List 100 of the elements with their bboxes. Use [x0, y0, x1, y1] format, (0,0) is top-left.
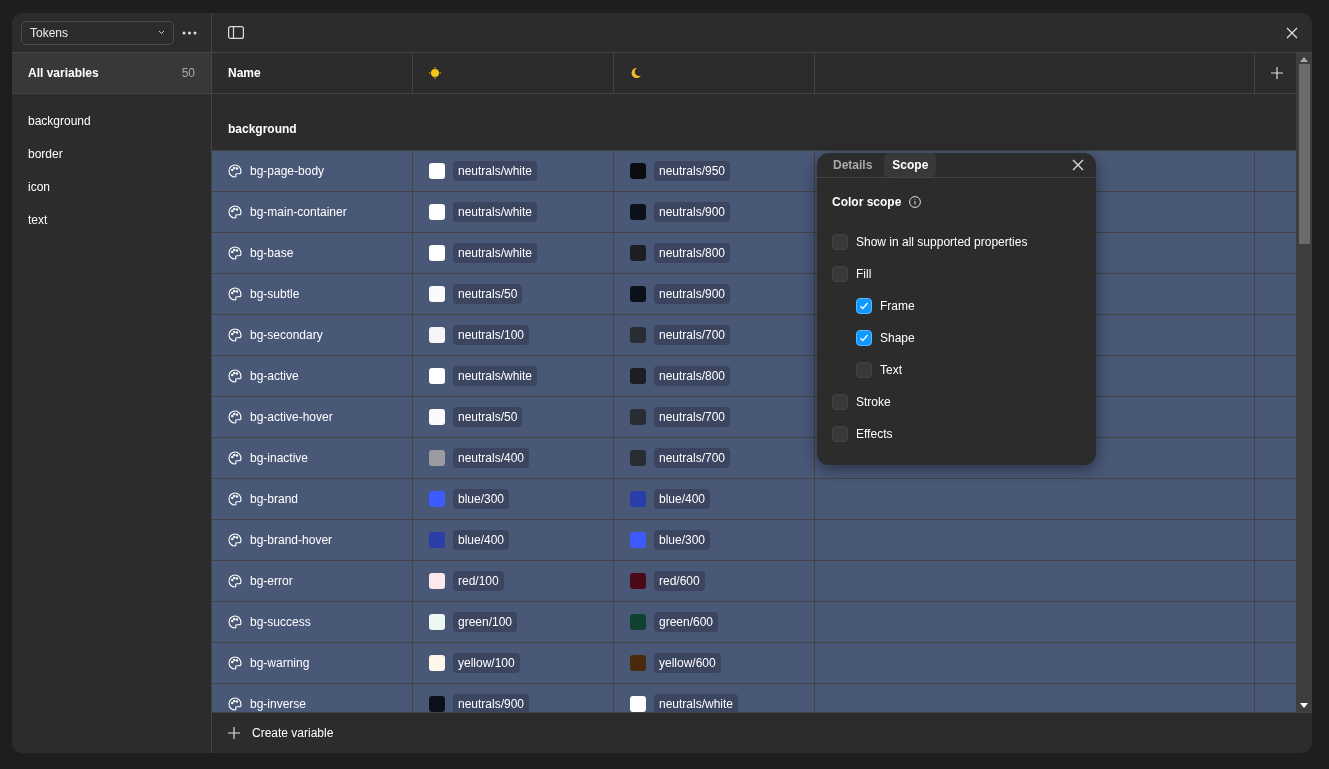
variable-row[interactable]: bg-inverse neutrals/900 neutrals/white — [212, 684, 1296, 712]
option-label: Text — [880, 363, 902, 377]
variable-name: bg-active-hover — [250, 410, 333, 424]
option-label: Frame — [880, 299, 915, 313]
value-chip: neutrals/700 — [654, 448, 731, 468]
value-chip: blue/400 — [453, 530, 510, 550]
more-button[interactable] — [182, 30, 197, 35]
variable-name: bg-warning — [250, 656, 310, 670]
popover-close-button[interactable] — [1072, 159, 1084, 171]
option-label: Effects — [856, 427, 893, 441]
chevron-down-icon — [158, 30, 165, 35]
moon-icon — [630, 67, 642, 79]
variable-name: bg-error — [250, 574, 293, 588]
collection-select[interactable]: Tokens — [21, 20, 174, 45]
value-chip: neutrals/900 — [654, 284, 731, 304]
palette-icon — [228, 246, 242, 260]
value-chip: blue/300 — [654, 530, 711, 550]
variable-name: bg-success — [250, 615, 311, 629]
scroll-up-icon — [1300, 57, 1308, 62]
close-icon — [1286, 26, 1298, 39]
close-button[interactable] — [1286, 26, 1298, 39]
value-chip: neutrals/400 — [453, 448, 530, 468]
check-icon — [859, 333, 869, 343]
popover-tab[interactable]: Scope — [884, 153, 937, 177]
scroll-down-icon — [1300, 703, 1308, 708]
variable-row[interactable]: bg-success green/100 green/600 — [212, 602, 1296, 643]
palette-icon — [228, 656, 242, 670]
variable-row[interactable]: bg-error red/100 red/600 — [212, 561, 1296, 602]
section-title: Color scope — [832, 195, 902, 209]
value-chip: neutrals/white — [453, 366, 538, 386]
palette-icon — [228, 328, 242, 342]
sun-icon — [429, 67, 441, 79]
checkbox[interactable] — [832, 266, 848, 282]
group-heading: background — [228, 122, 297, 136]
value-chip: neutrals/700 — [654, 407, 731, 427]
all-variables-item[interactable]: All variables 50 — [12, 53, 211, 94]
variable-name: bg-base — [250, 246, 294, 260]
variable-name: bg-inverse — [250, 697, 307, 711]
variable-name: bg-brand-hover — [250, 533, 333, 547]
checkbox[interactable] — [832, 234, 848, 250]
variable-row[interactable]: bg-brand-hover blue/400 blue/300 — [212, 520, 1296, 561]
value-chip: green/100 — [453, 612, 518, 632]
palette-icon — [228, 205, 242, 219]
item-label: All variables — [28, 66, 99, 80]
value-chip: neutrals/700 — [654, 325, 731, 345]
value-chip: red/100 — [453, 571, 504, 591]
value-chip: neutrals/white — [453, 202, 538, 222]
more-icon — [182, 30, 197, 35]
palette-icon — [228, 533, 242, 547]
close-icon — [1072, 159, 1084, 171]
value-chip: blue/300 — [453, 489, 510, 509]
item-count: 50 — [181, 66, 195, 80]
value-chip: neutrals/50 — [453, 284, 523, 304]
variable-name: bg-brand — [250, 492, 299, 506]
option-label: Stroke — [856, 395, 891, 409]
check-icon — [859, 301, 869, 311]
value-chip: neutrals/950 — [654, 161, 731, 181]
value-chip: neutrals/white — [453, 243, 538, 263]
plus-icon — [1271, 67, 1283, 79]
checkbox[interactable] — [832, 426, 848, 442]
checkbox[interactable] — [856, 298, 872, 314]
value-chip: neutrals/900 — [453, 694, 530, 712]
value-chip: neutrals/100 — [453, 325, 530, 345]
scrollbar[interactable] — [1296, 53, 1312, 712]
sidebar-item[interactable]: icon — [12, 170, 211, 203]
sidebar-item[interactable]: text — [12, 203, 211, 236]
column-header: Name — [212, 53, 413, 93]
checkbox[interactable] — [832, 394, 848, 410]
value-chip: neutrals/800 — [654, 243, 731, 263]
palette-icon — [228, 369, 242, 383]
info-icon — [909, 196, 922, 208]
value-chip: yellow/100 — [453, 653, 520, 673]
variable-row[interactable]: bg-brand blue/300 blue/400 — [212, 479, 1296, 520]
value-chip: green/600 — [654, 612, 719, 632]
palette-icon — [228, 451, 242, 465]
value-chip: neutrals/white — [453, 161, 538, 181]
palette-icon — [228, 574, 242, 588]
variable-name: bg-secondary — [250, 328, 323, 342]
palette-icon — [228, 287, 242, 301]
variable-row[interactable]: bg-warning yellow/100 yellow/600 — [212, 643, 1296, 684]
palette-icon — [228, 164, 242, 178]
create-variable-button[interactable]: Create variable — [228, 726, 334, 740]
value-chip: red/600 — [654, 571, 705, 591]
value-chip: yellow/600 — [654, 653, 721, 673]
checkbox[interactable] — [856, 362, 872, 378]
sidebar-item[interactable]: border — [12, 137, 211, 170]
value-chip: neutrals/800 — [654, 366, 731, 386]
option-label: Shape — [880, 331, 915, 345]
variable-name: bg-main-container — [250, 205, 347, 219]
plus-icon — [228, 727, 240, 739]
sidebar-item[interactable]: background — [12, 104, 211, 137]
popover-tab[interactable]: Details — [825, 153, 881, 177]
sidebar-toggle-button[interactable] — [228, 26, 244, 39]
scroll-thumb[interactable] — [1298, 64, 1310, 244]
value-chip: neutrals/white — [654, 694, 739, 712]
add-column-button[interactable] — [1271, 67, 1283, 79]
value-chip: neutrals/50 — [453, 407, 523, 427]
checkbox[interactable] — [856, 330, 872, 346]
palette-icon — [228, 410, 242, 424]
value-chip: blue/400 — [654, 489, 711, 509]
